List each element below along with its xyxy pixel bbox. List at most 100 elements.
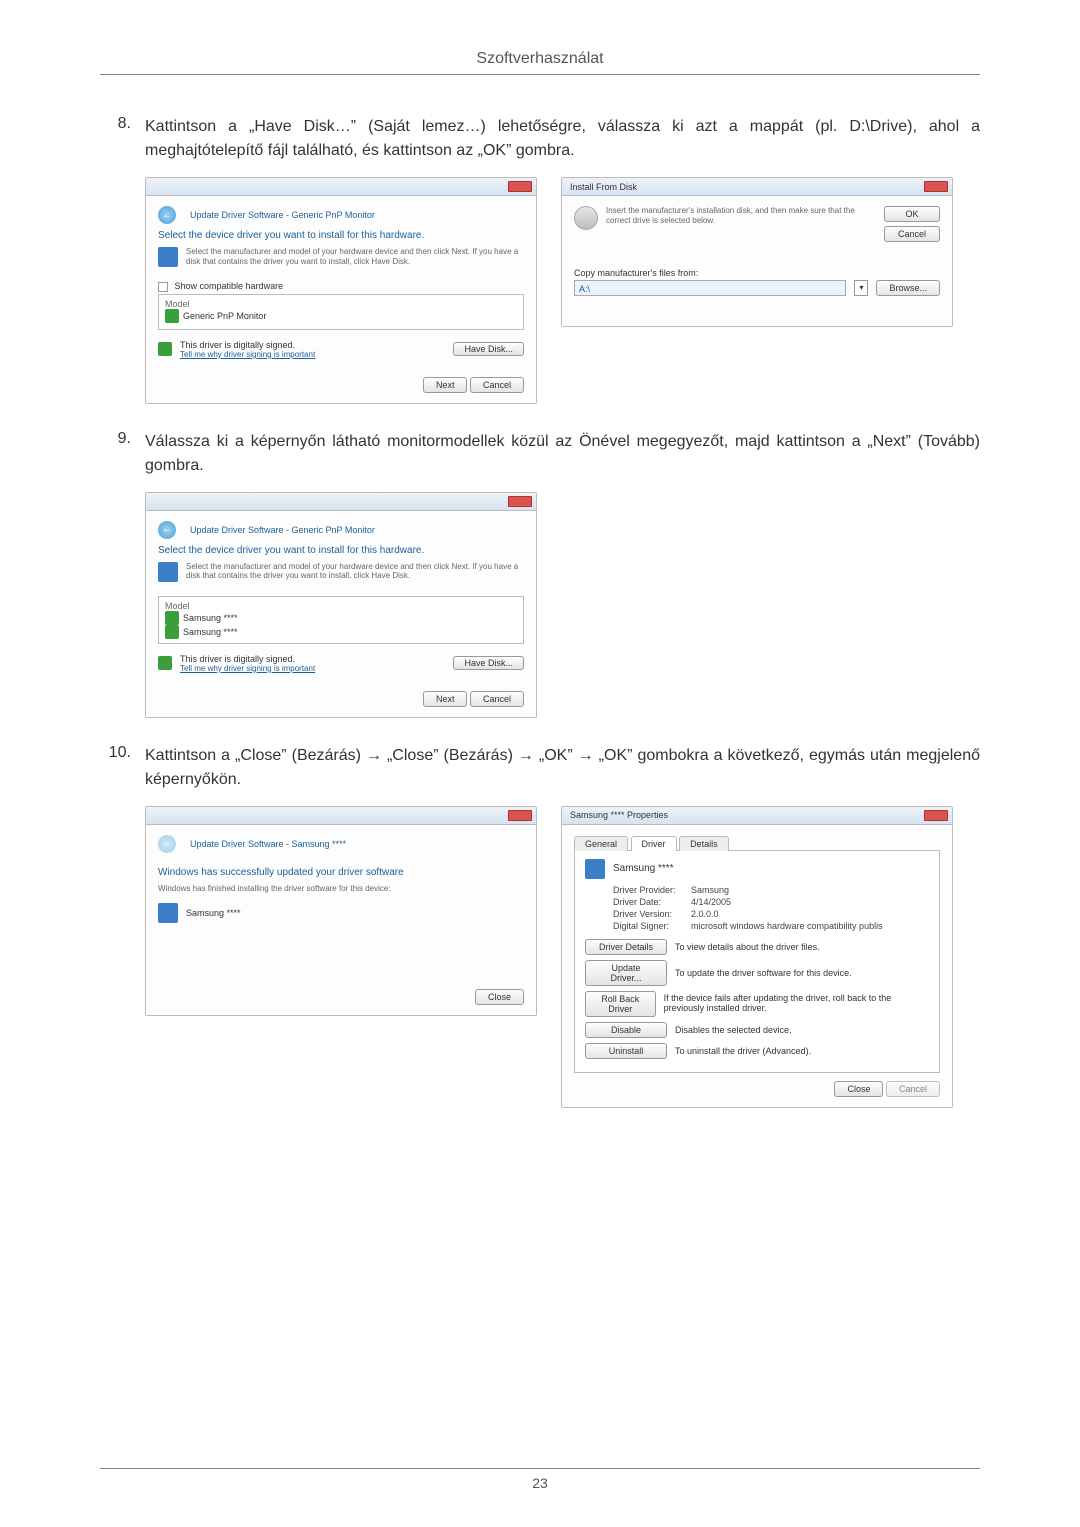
- model-header: Model: [165, 299, 517, 309]
- step-10-images: ← Update Driver Software - Samsung **** …: [145, 806, 980, 1108]
- have-disk-button[interactable]: Have Disk...: [453, 656, 524, 670]
- cancel-button[interactable]: Cancel: [470, 377, 524, 393]
- step-8-num: 8.: [100, 115, 145, 163]
- signing-link[interactable]: Tell me why driver signing is important: [180, 664, 445, 673]
- step-9: 9. Válassza ki a képernyőn látható monit…: [100, 430, 980, 478]
- tab-general[interactable]: General: [574, 836, 628, 851]
- tab-driver[interactable]: Driver: [631, 836, 677, 851]
- close-icon[interactable]: [924, 810, 948, 821]
- dialog-update-success: ← Update Driver Software - Samsung **** …: [145, 806, 537, 1016]
- disable-button[interactable]: Disable: [585, 1022, 667, 1038]
- breadcrumb: Update Driver Software - Samsung ****: [190, 839, 346, 849]
- copy-from-label: Copy manufacturer's files from:: [574, 268, 940, 278]
- device-icon: [158, 562, 178, 582]
- show-compat-label: Show compatible hardware: [175, 281, 284, 291]
- provider-value: Samsung: [691, 885, 729, 895]
- dialog-title: Install From Disk: [566, 182, 637, 192]
- provider-label: Driver Provider:: [613, 885, 691, 895]
- date-label: Driver Date:: [613, 897, 691, 907]
- dialog-heading: Select the device driver you want to ins…: [158, 545, 524, 556]
- step-10-text: Kattintson a „Close” (Bezárás) → „Close”…: [145, 744, 980, 792]
- install-msg: Insert the manufacturer's installation d…: [606, 206, 876, 225]
- breadcrumb: Update Driver Software - Generic PnP Mon…: [190, 210, 375, 220]
- tab-details[interactable]: Details: [679, 836, 729, 851]
- version-value: 2.0.0.0: [691, 909, 719, 919]
- step-8-text: Kattintson a „Have Disk…” (Saját lemez…)…: [145, 115, 980, 163]
- close-icon[interactable]: [508, 496, 532, 507]
- close-icon[interactable]: [508, 181, 532, 192]
- dialog-title: Samsung **** Properties: [566, 810, 668, 820]
- disk-icon: [574, 206, 598, 230]
- device-icon: [585, 859, 605, 879]
- dropdown-icon[interactable]: ▾: [854, 280, 868, 296]
- back-icon: ←: [158, 835, 176, 853]
- signer-label: Digital Signer:: [613, 921, 691, 931]
- signing-link[interactable]: Tell me why driver signing is important: [180, 350, 445, 359]
- dialog-subtext: Select the manufacturer and model of you…: [186, 562, 524, 581]
- back-icon[interactable]: ←: [158, 521, 176, 539]
- cancel-button: Cancel: [886, 1081, 940, 1097]
- step-9-images: ← Update Driver Software - Generic PnP M…: [145, 492, 980, 718]
- model-header: Model: [165, 601, 517, 611]
- device-name: Samsung ****: [613, 863, 674, 874]
- have-disk-button[interactable]: Have Disk...: [453, 342, 524, 356]
- signed-label: This driver is digitally signed.: [180, 654, 445, 664]
- step-9-text: Válassza ki a képernyőn látható monitorm…: [145, 430, 980, 478]
- date-value: 4/14/2005: [691, 897, 731, 907]
- dialog-heading: Select the device driver you want to ins…: [158, 230, 524, 241]
- rollback-desc: If the device fails after updating the d…: [664, 994, 929, 1014]
- device-icon: [158, 903, 178, 923]
- shield-icon: [158, 342, 172, 356]
- show-compat-checkbox[interactable]: [158, 282, 168, 292]
- header-rule: [100, 74, 980, 75]
- breadcrumb: Update Driver Software - Generic PnP Mon…: [190, 525, 375, 535]
- shield-icon: [165, 309, 179, 323]
- close-icon[interactable]: [924, 181, 948, 192]
- shield-icon: [165, 611, 179, 625]
- step-8: 8. Kattintson a „Have Disk…” (Saját leme…: [100, 115, 980, 163]
- dialog-heading: Windows has successfully updated your dr…: [158, 867, 524, 878]
- dialog-subtext: Windows has finished installing the driv…: [158, 884, 524, 894]
- disable-desc: Disables the selected device.: [675, 1025, 792, 1035]
- signer-value: microsoft windows hardware compatibility…: [691, 921, 883, 931]
- model-item-2[interactable]: Samsung ****: [183, 627, 238, 637]
- step-9-num: 9.: [100, 430, 145, 478]
- model-item-1[interactable]: Samsung ****: [183, 613, 238, 623]
- update-driver-desc: To update the driver software for this d…: [675, 968, 852, 978]
- signed-label: This driver is digitally signed.: [180, 340, 445, 350]
- uninstall-button[interactable]: Uninstall: [585, 1043, 667, 1059]
- dialog-update-driver-1: ← Update Driver Software - Generic PnP M…: [145, 177, 537, 404]
- step-10: 10. Kattintson a „Close” (Bezárás) → „Cl…: [100, 744, 980, 792]
- rollback-button[interactable]: Roll Back Driver: [585, 991, 656, 1017]
- dialog-update-driver-2: ← Update Driver Software - Generic PnP M…: [145, 492, 537, 718]
- step-10-num: 10.: [100, 744, 145, 792]
- close-button[interactable]: Close: [475, 989, 524, 1005]
- back-icon[interactable]: ←: [158, 206, 176, 224]
- step-8-images: ← Update Driver Software - Generic PnP M…: [145, 177, 980, 404]
- update-driver-button[interactable]: Update Driver...: [585, 960, 667, 986]
- uninstall-desc: To uninstall the driver (Advanced).: [675, 1046, 811, 1056]
- version-label: Driver Version:: [613, 909, 691, 919]
- page-number: 23: [532, 1475, 548, 1491]
- page-header: Szoftverhasználat: [100, 50, 980, 68]
- next-button[interactable]: Next: [423, 377, 468, 393]
- dialog-install-from-disk: Install From Disk Insert the manufacture…: [561, 177, 953, 327]
- driver-details-button[interactable]: Driver Details: [585, 939, 667, 955]
- shield-icon: [165, 625, 179, 639]
- device-name: Samsung ****: [186, 908, 241, 918]
- close-icon[interactable]: [508, 810, 532, 821]
- cancel-button[interactable]: Cancel: [884, 226, 940, 242]
- page-footer: 23: [0, 1468, 1080, 1493]
- dialog-subtext: Select the manufacturer and model of you…: [186, 247, 524, 266]
- path-field[interactable]: A:\: [574, 280, 846, 296]
- ok-button[interactable]: OK: [884, 206, 940, 222]
- titlebar: [146, 178, 536, 196]
- next-button[interactable]: Next: [423, 691, 468, 707]
- browse-button[interactable]: Browse...: [876, 280, 940, 296]
- close-button[interactable]: Close: [834, 1081, 883, 1097]
- model-item[interactable]: Generic PnP Monitor: [183, 311, 266, 321]
- footer-rule: [100, 1468, 980, 1469]
- device-icon: [158, 247, 178, 267]
- driver-details-desc: To view details about the driver files.: [675, 942, 820, 952]
- cancel-button[interactable]: Cancel: [470, 691, 524, 707]
